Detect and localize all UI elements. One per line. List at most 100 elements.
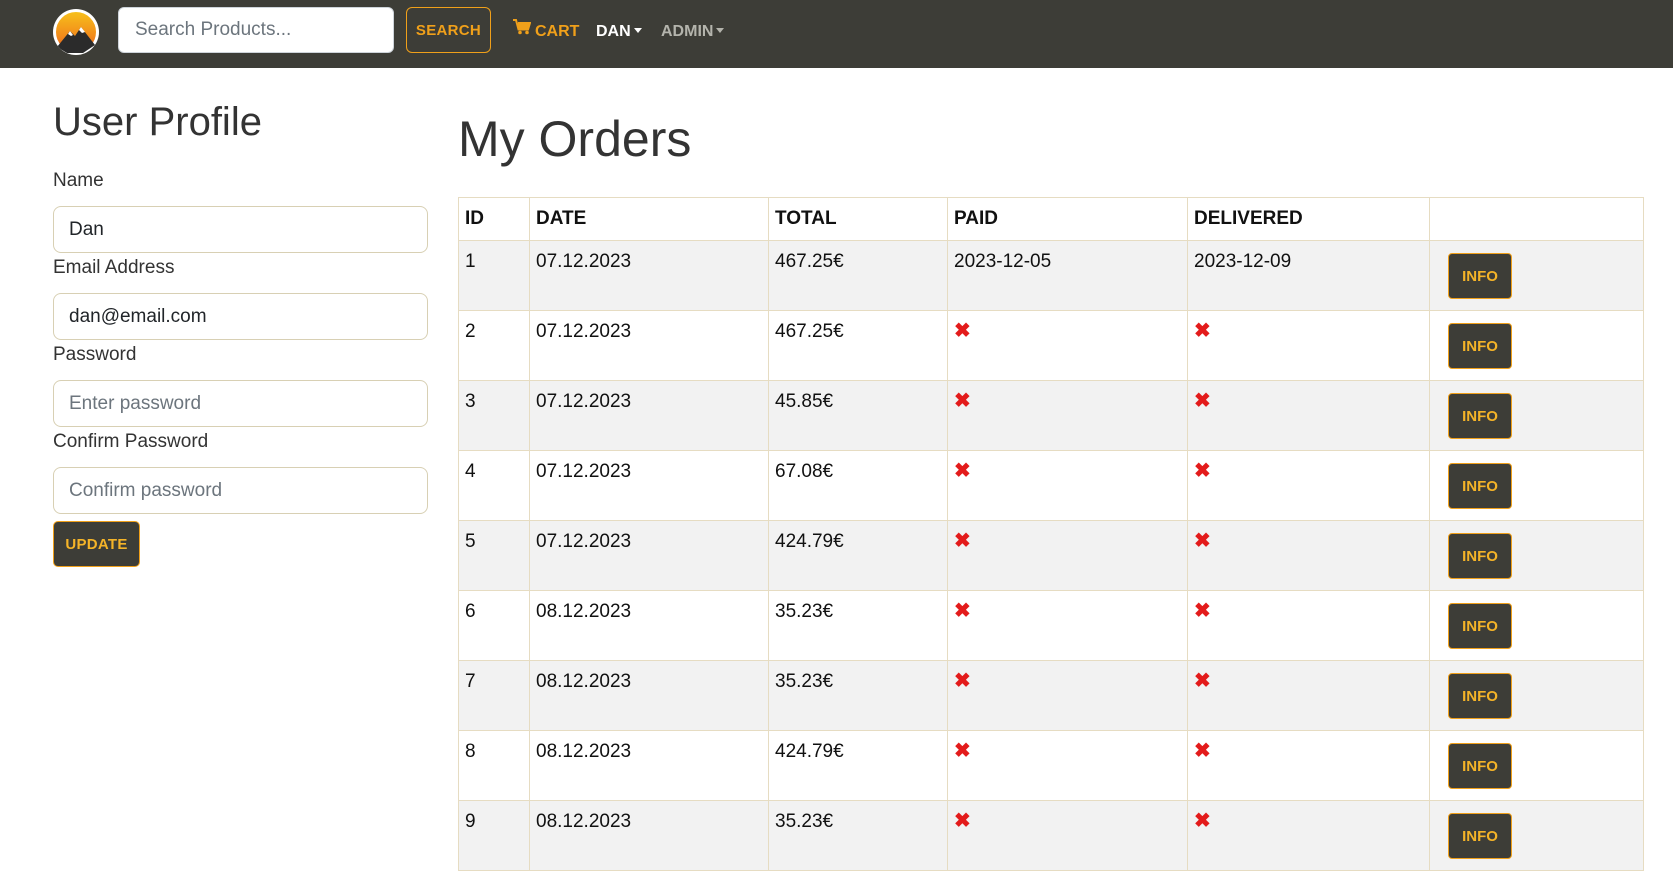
info-button[interactable]: INFO xyxy=(1448,393,1512,439)
nav-user-dropdown[interactable]: DAN xyxy=(596,21,642,43)
table-row: 3 07.12.2023 45.85€ ✖ ✖ INFO xyxy=(458,380,1644,451)
order-actions-cell: INFO xyxy=(1429,450,1644,521)
order-total-cell: 35.23€ xyxy=(768,660,948,731)
password-field[interactable] xyxy=(53,380,428,427)
times-icon: ✖ xyxy=(954,530,971,552)
times-icon: ✖ xyxy=(1194,530,1211,552)
password-label: Password xyxy=(53,344,137,365)
nav-cart-link[interactable]: CART xyxy=(513,18,580,43)
orders-table: ID DATE TOTAL PAID DELIVERED 1 07.12.2023… xyxy=(458,197,1644,871)
order-delivered-cell: ✖ xyxy=(1187,800,1430,871)
info-button[interactable]: INFO xyxy=(1448,673,1512,719)
times-icon: ✖ xyxy=(954,740,971,762)
order-id-cell: 3 xyxy=(458,380,530,451)
navbar: SEARCH CART DAN ADMIN xyxy=(0,0,1673,68)
caret-down-icon xyxy=(633,27,642,33)
order-id-cell: 1 xyxy=(458,240,530,311)
table-row: 2 07.12.2023 467.25€ ✖ ✖ INFO xyxy=(458,310,1644,381)
times-icon: ✖ xyxy=(1194,740,1211,762)
table-header-row: ID DATE TOTAL PAID DELIVERED xyxy=(458,197,1644,241)
info-button[interactable]: INFO xyxy=(1448,463,1512,509)
order-delivered-cell: ✖ xyxy=(1187,520,1430,591)
table-row: 7 08.12.2023 35.23€ ✖ ✖ INFO xyxy=(458,660,1644,731)
shopping-cart-icon xyxy=(513,18,532,42)
times-icon: ✖ xyxy=(1194,320,1211,342)
order-date-cell: 07.12.2023 xyxy=(529,310,769,381)
order-actions-cell: INFO xyxy=(1429,660,1644,731)
order-id-cell: 7 xyxy=(458,660,530,731)
order-actions-cell: INFO xyxy=(1429,380,1644,451)
search-button[interactable]: SEARCH xyxy=(406,7,491,53)
order-id-cell: 5 xyxy=(458,520,530,591)
order-delivered-cell: ✖ xyxy=(1187,660,1430,731)
times-icon: ✖ xyxy=(954,320,971,342)
order-delivered-cell: 2023-12-09 xyxy=(1187,240,1430,311)
order-total-cell: 35.23€ xyxy=(768,590,948,661)
column-header-paid: PAID xyxy=(947,197,1188,241)
info-button[interactable]: INFO xyxy=(1448,603,1512,649)
nav-cart-label: CART xyxy=(535,23,580,40)
order-delivered-cell: ✖ xyxy=(1187,730,1430,801)
order-paid-cell: ✖ xyxy=(947,520,1188,591)
order-delivered-cell: ✖ xyxy=(1187,450,1430,521)
table-row: 6 08.12.2023 35.23€ ✖ ✖ INFO xyxy=(458,590,1644,661)
times-icon: ✖ xyxy=(954,670,971,692)
email-field[interactable] xyxy=(53,293,428,340)
order-delivered-cell: ✖ xyxy=(1187,590,1430,661)
order-actions-cell: INFO xyxy=(1429,520,1644,591)
update-button[interactable]: UPDATE xyxy=(53,521,140,567)
order-date-cell: 07.12.2023 xyxy=(529,380,769,451)
confirm-password-field[interactable] xyxy=(53,467,428,514)
orders-table-body: 1 07.12.2023 467.25€ 2023-12-05 2023-12-09 IN… xyxy=(458,240,1644,871)
column-header-delivered: DELIVERED xyxy=(1187,197,1430,241)
nav-admin-label: ADMIN xyxy=(661,23,714,40)
caret-down-icon xyxy=(716,27,725,33)
order-date-cell: 08.12.2023 xyxy=(529,660,769,731)
order-delivered-cell: ✖ xyxy=(1187,310,1430,381)
order-total-cell: 467.25€ xyxy=(768,240,948,311)
order-actions-cell: INFO xyxy=(1429,800,1644,871)
nav-admin-dropdown[interactable]: ADMIN xyxy=(661,21,725,43)
info-button[interactable]: INFO xyxy=(1448,533,1512,579)
order-date-cell: 07.12.2023 xyxy=(529,520,769,591)
table-row: 1 07.12.2023 467.25€ 2023-12-05 2023-12-09 IN… xyxy=(458,240,1644,311)
order-paid-cell: 2023-12-05 xyxy=(947,240,1188,311)
order-total-cell: 35.23€ xyxy=(768,800,948,871)
info-button[interactable]: INFO xyxy=(1448,743,1512,789)
order-total-cell: 45.85€ xyxy=(768,380,948,451)
order-date-cell: 07.12.2023 xyxy=(529,450,769,521)
info-button[interactable]: INFO xyxy=(1448,253,1512,299)
times-icon: ✖ xyxy=(954,600,971,622)
search-input[interactable] xyxy=(118,7,394,53)
mountain-sun-logo[interactable] xyxy=(53,9,99,55)
order-id-cell: 6 xyxy=(458,590,530,661)
table-row: 5 07.12.2023 424.79€ ✖ ✖ INFO xyxy=(458,520,1644,591)
order-id-cell: 2 xyxy=(458,310,530,381)
order-date-cell: 08.12.2023 xyxy=(529,730,769,801)
order-id-cell: 9 xyxy=(458,800,530,871)
column-header-date: DATE xyxy=(529,197,769,241)
order-total-cell: 467.25€ xyxy=(768,310,948,381)
order-paid-cell: ✖ xyxy=(947,310,1188,381)
order-id-cell: 8 xyxy=(458,730,530,801)
order-total-cell: 424.79€ xyxy=(768,730,948,801)
times-icon: ✖ xyxy=(954,810,971,832)
times-icon: ✖ xyxy=(1194,600,1211,622)
order-id-cell: 4 xyxy=(458,450,530,521)
email-label: Email Address xyxy=(53,257,175,278)
confirm-password-label: Confirm Password xyxy=(53,431,209,452)
name-label: Name xyxy=(53,170,104,191)
profile-title: User Profile xyxy=(53,100,262,144)
name-field[interactable] xyxy=(53,206,428,253)
order-paid-cell: ✖ xyxy=(947,380,1188,451)
info-button[interactable]: INFO xyxy=(1448,813,1512,859)
order-total-cell: 424.79€ xyxy=(768,520,948,591)
order-actions-cell: INFO xyxy=(1429,240,1644,311)
order-date-cell: 08.12.2023 xyxy=(529,800,769,871)
order-actions-cell: INFO xyxy=(1429,310,1644,381)
order-actions-cell: INFO xyxy=(1429,730,1644,801)
times-icon: ✖ xyxy=(1194,390,1211,412)
column-header-total: TOTAL xyxy=(768,197,948,241)
order-paid-cell: ✖ xyxy=(947,450,1188,521)
info-button[interactable]: INFO xyxy=(1448,323,1512,369)
